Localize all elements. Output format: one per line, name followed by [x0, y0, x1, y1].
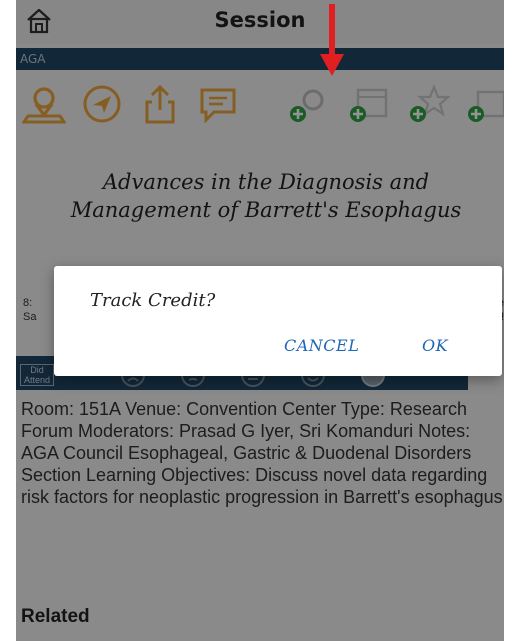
app-screen: Session AGA Advances in the Diagnosis an… [16, 0, 504, 641]
dialog-message: Track Credit? [90, 290, 216, 311]
cancel-button[interactable]: CANCEL [284, 336, 359, 355]
ok-button[interactable]: OK [422, 336, 448, 355]
red-arrow-annotation [312, 4, 352, 78]
track-credit-dialog: Track Credit? CANCEL OK [54, 266, 502, 376]
